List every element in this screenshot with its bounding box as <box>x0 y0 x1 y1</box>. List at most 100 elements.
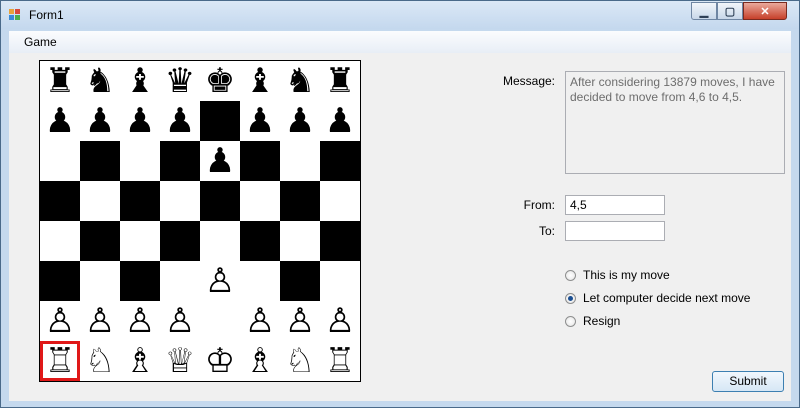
chess-piece[interactable]: ♝ <box>120 61 160 101</box>
board-square[interactable] <box>280 181 320 221</box>
chess-piece[interactable]: ♟ <box>200 141 240 181</box>
board-square[interactable]: ♝ <box>240 61 280 101</box>
chess-piece[interactable]: ♛ <box>160 61 200 101</box>
board-square[interactable] <box>320 261 360 301</box>
board-square[interactable]: ♙ <box>320 301 360 341</box>
board-square[interactable]: ♞ <box>280 61 320 101</box>
board-square[interactable]: ♙ <box>120 301 160 341</box>
chess-piece[interactable]: ♙ <box>280 301 320 341</box>
submit-button[interactable]: Submit <box>712 371 784 392</box>
board-square[interactable] <box>80 221 120 261</box>
board-square[interactable]: ♞ <box>80 61 120 101</box>
board-square[interactable] <box>160 141 200 181</box>
board-square[interactable]: ♙ <box>280 301 320 341</box>
close-icon[interactable]: ✕ <box>743 2 787 20</box>
board-square[interactable]: ♟ <box>160 101 200 141</box>
board-square[interactable] <box>200 221 240 261</box>
board-square[interactable]: ♟ <box>280 101 320 141</box>
chess-piece[interactable]: ♞ <box>80 61 120 101</box>
board-square[interactable] <box>240 181 280 221</box>
chess-piece[interactable]: ♕ <box>160 341 200 381</box>
option-my-move[interactable]: This is my move <box>565 268 670 282</box>
board-square[interactable]: ♖ <box>40 341 80 381</box>
board-square[interactable]: ♙ <box>40 301 80 341</box>
board-square[interactable] <box>160 221 200 261</box>
from-field[interactable]: 4,5 <box>565 195 665 215</box>
title-bar[interactable]: Form1 ▁ ▢ ✕ <box>1 1 799 29</box>
chess-piece[interactable]: ♙ <box>240 301 280 341</box>
chess-piece[interactable]: ♞ <box>280 61 320 101</box>
chess-piece[interactable]: ♟ <box>120 101 160 141</box>
board-square[interactable] <box>240 141 280 181</box>
radio-computer-move[interactable] <box>565 292 576 304</box>
chess-piece[interactable]: ♗ <box>240 341 280 381</box>
board-square[interactable]: ♙ <box>80 301 120 341</box>
board-square[interactable] <box>80 181 120 221</box>
chess-piece[interactable]: ♖ <box>320 341 360 381</box>
option-computer-move[interactable]: Let computer decide next move <box>565 291 750 305</box>
board-square[interactable]: ♜ <box>40 61 80 101</box>
board-square[interactable] <box>160 261 200 301</box>
board-square[interactable] <box>280 141 320 181</box>
radio-my-move[interactable] <box>565 269 576 281</box>
chess-piece[interactable]: ♚ <box>200 61 240 101</box>
board-square[interactable]: ♛ <box>160 61 200 101</box>
board-square[interactable] <box>80 141 120 181</box>
board-square[interactable]: ♟ <box>320 101 360 141</box>
chess-piece[interactable]: ♗ <box>120 341 160 381</box>
board-square[interactable] <box>40 141 80 181</box>
board-square[interactable]: ♗ <box>240 341 280 381</box>
board-square[interactable] <box>120 141 160 181</box>
board-square[interactable] <box>320 141 360 181</box>
board-square[interactable]: ♘ <box>80 341 120 381</box>
board-square[interactable] <box>200 101 240 141</box>
chess-piece[interactable]: ♜ <box>40 61 80 101</box>
chess-piece[interactable]: ♟ <box>240 101 280 141</box>
board-square[interactable] <box>120 261 160 301</box>
board-square[interactable]: ♝ <box>120 61 160 101</box>
maximize-icon[interactable]: ▢ <box>717 2 743 20</box>
option-resign[interactable]: Resign <box>565 314 620 328</box>
board-square[interactable]: ♕ <box>160 341 200 381</box>
chess-piece[interactable]: ♝ <box>240 61 280 101</box>
board-square[interactable]: ♟ <box>40 101 80 141</box>
chess-piece[interactable]: ♙ <box>40 301 80 341</box>
board-square[interactable]: ♚ <box>200 61 240 101</box>
board-square[interactable] <box>120 181 160 221</box>
chess-piece[interactable]: ♘ <box>280 341 320 381</box>
board-square[interactable] <box>320 221 360 261</box>
chess-piece[interactable]: ♟ <box>280 101 320 141</box>
board-square[interactable]: ♗ <box>120 341 160 381</box>
board-square[interactable] <box>240 221 280 261</box>
board-square[interactable] <box>120 221 160 261</box>
board-square[interactable] <box>280 221 320 261</box>
to-field[interactable] <box>565 221 665 241</box>
chess-piece[interactable]: ♜ <box>320 61 360 101</box>
board-square[interactable] <box>200 181 240 221</box>
board-square[interactable] <box>40 221 80 261</box>
chess-piece[interactable]: ♟ <box>40 101 80 141</box>
board-square[interactable] <box>40 181 80 221</box>
chess-piece[interactable]: ♔ <box>200 341 240 381</box>
board-square[interactable] <box>280 261 320 301</box>
chess-piece[interactable]: ♙ <box>160 301 200 341</box>
board-square[interactable]: ♙ <box>240 301 280 341</box>
chess-piece[interactable]: ♘ <box>80 341 120 381</box>
radio-resign[interactable] <box>565 315 576 327</box>
chess-piece[interactable]: ♟ <box>320 101 360 141</box>
chess-piece[interactable]: ♙ <box>80 301 120 341</box>
board-square[interactable]: ♟ <box>240 101 280 141</box>
chess-piece[interactable]: ♟ <box>160 101 200 141</box>
chess-board[interactable]: ♜ ♞ ♝ ♛ ♚ ♝ ♞ ♜ ♟ ♟ ♟ ♟ ♟ ♟ ♟ ♟ ♙ ♙ ♙ ♙ ♙ ♙ ♙ ♙ ♖ ♘ ♗ ♕ ♔ ♗ ♘ ♖ <box>39 60 361 382</box>
minimize-icon[interactable]: ▁ <box>691 2 717 20</box>
board-square[interactable]: ♟ <box>120 101 160 141</box>
board-square[interactable] <box>320 181 360 221</box>
board-square[interactable]: ♘ <box>280 341 320 381</box>
chess-piece[interactable]: ♙ <box>120 301 160 341</box>
board-square[interactable]: ♖ <box>320 341 360 381</box>
chess-piece[interactable]: ♙ <box>320 301 360 341</box>
board-square[interactable]: ♟ <box>200 141 240 181</box>
message-textbox[interactable]: After considering 13879 moves, I have de… <box>565 71 785 174</box>
board-square[interactable]: ♙ <box>160 301 200 341</box>
chess-piece[interactable]: ♙ <box>200 261 240 301</box>
